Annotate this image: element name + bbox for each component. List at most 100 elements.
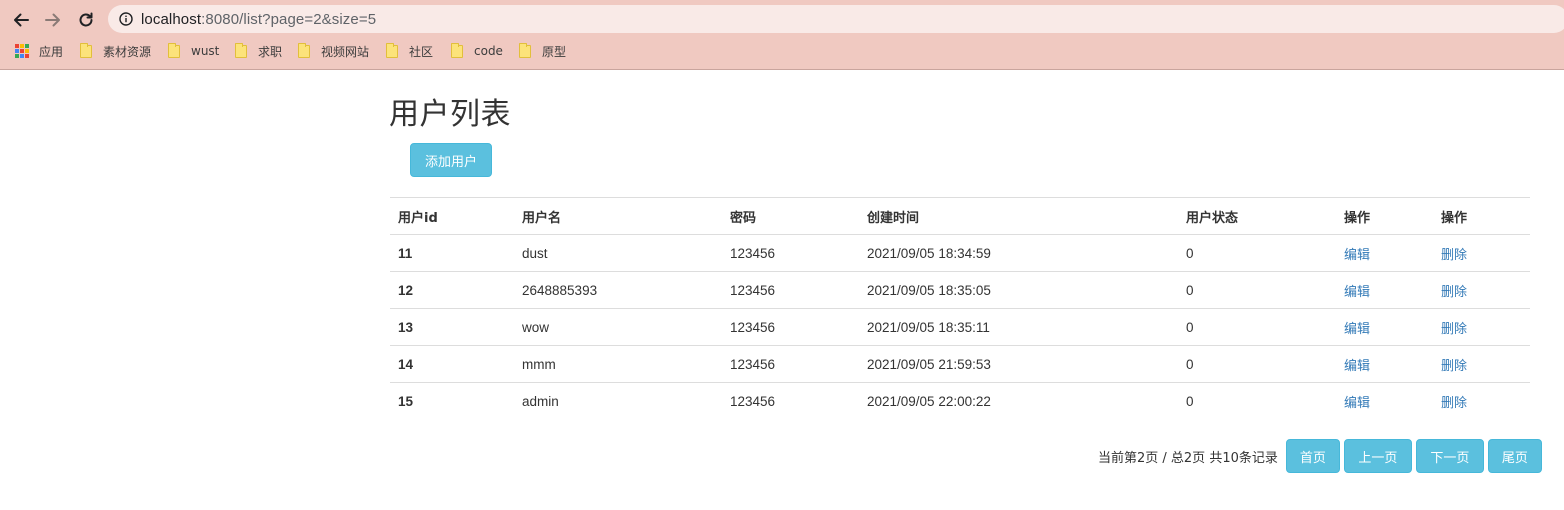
edit-link[interactable]: 编辑 [1344, 248, 1370, 263]
last-page-button[interactable]: 尾页 [1487, 439, 1542, 473]
cell-status: 0 [1178, 308, 1336, 346]
column-header-username: 用户名 [514, 197, 722, 235]
info-icon[interactable] [119, 12, 133, 26]
cell-created: 2021/09/05 18:34:59 [859, 234, 1178, 272]
bookmark-folder[interactable]: 求职 [235, 40, 282, 62]
user-table: 用户id 用户名 密码 创建时间 用户状态 操作 操作 11 dust 1234… [390, 197, 1530, 420]
bookmark-label: 社区 [409, 44, 434, 59]
reload-button[interactable] [73, 7, 99, 33]
cell-id: 11 [390, 234, 514, 272]
column-header-action-delete: 操作 [1433, 197, 1530, 235]
folder-icon [80, 42, 92, 58]
cell-created: 2021/09/05 21:59:53 [859, 345, 1178, 383]
cell-edit: 编辑 [1336, 345, 1433, 383]
first-page-button[interactable]: 首页 [1285, 439, 1340, 473]
cell-delete: 删除 [1433, 234, 1530, 272]
apps-icon [15, 44, 29, 58]
next-page-button[interactable]: 下一页 [1415, 439, 1484, 473]
cell-status: 0 [1178, 345, 1336, 383]
bookmark-label: 应用 [39, 44, 64, 59]
bookmark-folder[interactable]: 视频网站 [298, 40, 369, 62]
edit-link[interactable]: 编辑 [1344, 322, 1370, 337]
table-row: 13 wow 123456 2021/09/05 18:35:11 0 编辑 删… [390, 308, 1530, 346]
add-user-button[interactable]: 添加用户 [410, 143, 492, 177]
folder-icon [168, 42, 180, 58]
bookmark-label: wust [191, 44, 220, 58]
column-header-status: 用户状态 [1178, 197, 1336, 235]
cell-delete: 删除 [1433, 308, 1530, 346]
column-header-password: 密码 [722, 197, 859, 235]
column-header-action-edit: 操作 [1336, 197, 1433, 235]
column-header-id: 用户id [390, 197, 514, 235]
forward-button[interactable] [40, 7, 66, 33]
edit-link[interactable]: 编辑 [1344, 285, 1370, 300]
cell-password: 123456 [722, 345, 859, 383]
cell-delete: 删除 [1433, 382, 1530, 420]
cell-id: 13 [390, 308, 514, 346]
bookmark-folder[interactable]: 社区 [386, 40, 433, 62]
folder-icon [386, 42, 398, 58]
folder-icon [235, 42, 247, 58]
table-row: 12 2648885393 123456 2021/09/05 18:35:05… [390, 271, 1530, 309]
bookmark-folder[interactable]: code [451, 40, 503, 62]
cell-delete: 删除 [1433, 271, 1530, 309]
cell-password: 123456 [722, 271, 859, 309]
edit-link[interactable]: 编辑 [1344, 359, 1370, 374]
cell-status: 0 [1178, 382, 1336, 420]
cell-username: admin [514, 382, 722, 420]
prev-page-button[interactable]: 上一页 [1343, 439, 1412, 473]
bookmark-label: 视频网站 [321, 44, 370, 59]
arrow-right-icon [45, 13, 60, 27]
cell-status: 0 [1178, 271, 1336, 309]
table-header-row: 用户id 用户名 密码 创建时间 用户状态 操作 操作 [390, 197, 1530, 235]
bookmark-label: 素材资源 [103, 44, 152, 59]
address-bar[interactable]: localhost:8080/list?page=2&size=5 [108, 5, 1564, 33]
cell-id: 14 [390, 345, 514, 383]
cell-password: 123456 [722, 234, 859, 272]
cell-username: 2648885393 [514, 271, 722, 309]
cell-edit: 编辑 [1336, 271, 1433, 309]
reload-icon [79, 12, 93, 27]
folder-icon [519, 42, 531, 58]
cell-delete: 删除 [1433, 345, 1530, 383]
bookmark-apps[interactable]: 应用 [15, 40, 63, 62]
page-title: 用户列表 [389, 97, 511, 132]
url-host: localhost [141, 10, 202, 28]
bookmarks-bar: 应用 素材资源 wust 求职 视频网站 社区 code 原型 [0, 40, 1564, 62]
column-header-created: 创建时间 [859, 197, 1178, 235]
delete-link[interactable]: 删除 [1441, 322, 1467, 337]
cell-status: 0 [1178, 234, 1336, 272]
table-row: 14 mmm 123456 2021/09/05 21:59:53 0 编辑 删… [390, 345, 1530, 383]
back-button[interactable] [8, 7, 34, 33]
url-text: localhost:8080/list?page=2&size=5 [141, 11, 376, 28]
pagination: 当前第2页 / 总2页 共10条记录 首页 上一页 下一页 尾页 [1098, 439, 1542, 473]
bookmark-folder[interactable]: 素材资源 [80, 40, 151, 62]
folder-icon [451, 42, 463, 58]
delete-link[interactable]: 删除 [1441, 285, 1467, 300]
arrow-left-icon [14, 13, 29, 27]
cell-edit: 编辑 [1336, 382, 1433, 420]
cell-edit: 编辑 [1336, 308, 1433, 346]
delete-link[interactable]: 删除 [1441, 248, 1467, 263]
cell-username: mmm [514, 345, 722, 383]
url-path: :8080/list?page=2&size=5 [201, 10, 377, 28]
cell-password: 123456 [722, 382, 859, 420]
cell-password: 123456 [722, 308, 859, 346]
bookmark-folder[interactable]: 原型 [519, 40, 566, 62]
bookmark-label: 求职 [258, 44, 283, 59]
cell-created: 2021/09/05 18:35:05 [859, 271, 1178, 309]
delete-link[interactable]: 删除 [1441, 359, 1467, 374]
bookmark-folder[interactable]: wust [168, 40, 219, 62]
delete-link[interactable]: 删除 [1441, 396, 1467, 411]
folder-icon [298, 42, 310, 58]
cell-id: 12 [390, 271, 514, 309]
table-row: 15 admin 123456 2021/09/05 22:00:22 0 编辑… [390, 382, 1530, 420]
bookmark-label: code [474, 44, 503, 58]
cell-edit: 编辑 [1336, 234, 1433, 272]
cell-username: dust [514, 234, 722, 272]
bookmark-label: 原型 [542, 44, 567, 59]
edit-link[interactable]: 编辑 [1344, 396, 1370, 411]
pagination-info: 当前第2页 / 总2页 共10条记录 [1098, 450, 1278, 466]
cell-id: 15 [390, 382, 514, 420]
cell-username: wow [514, 308, 722, 346]
